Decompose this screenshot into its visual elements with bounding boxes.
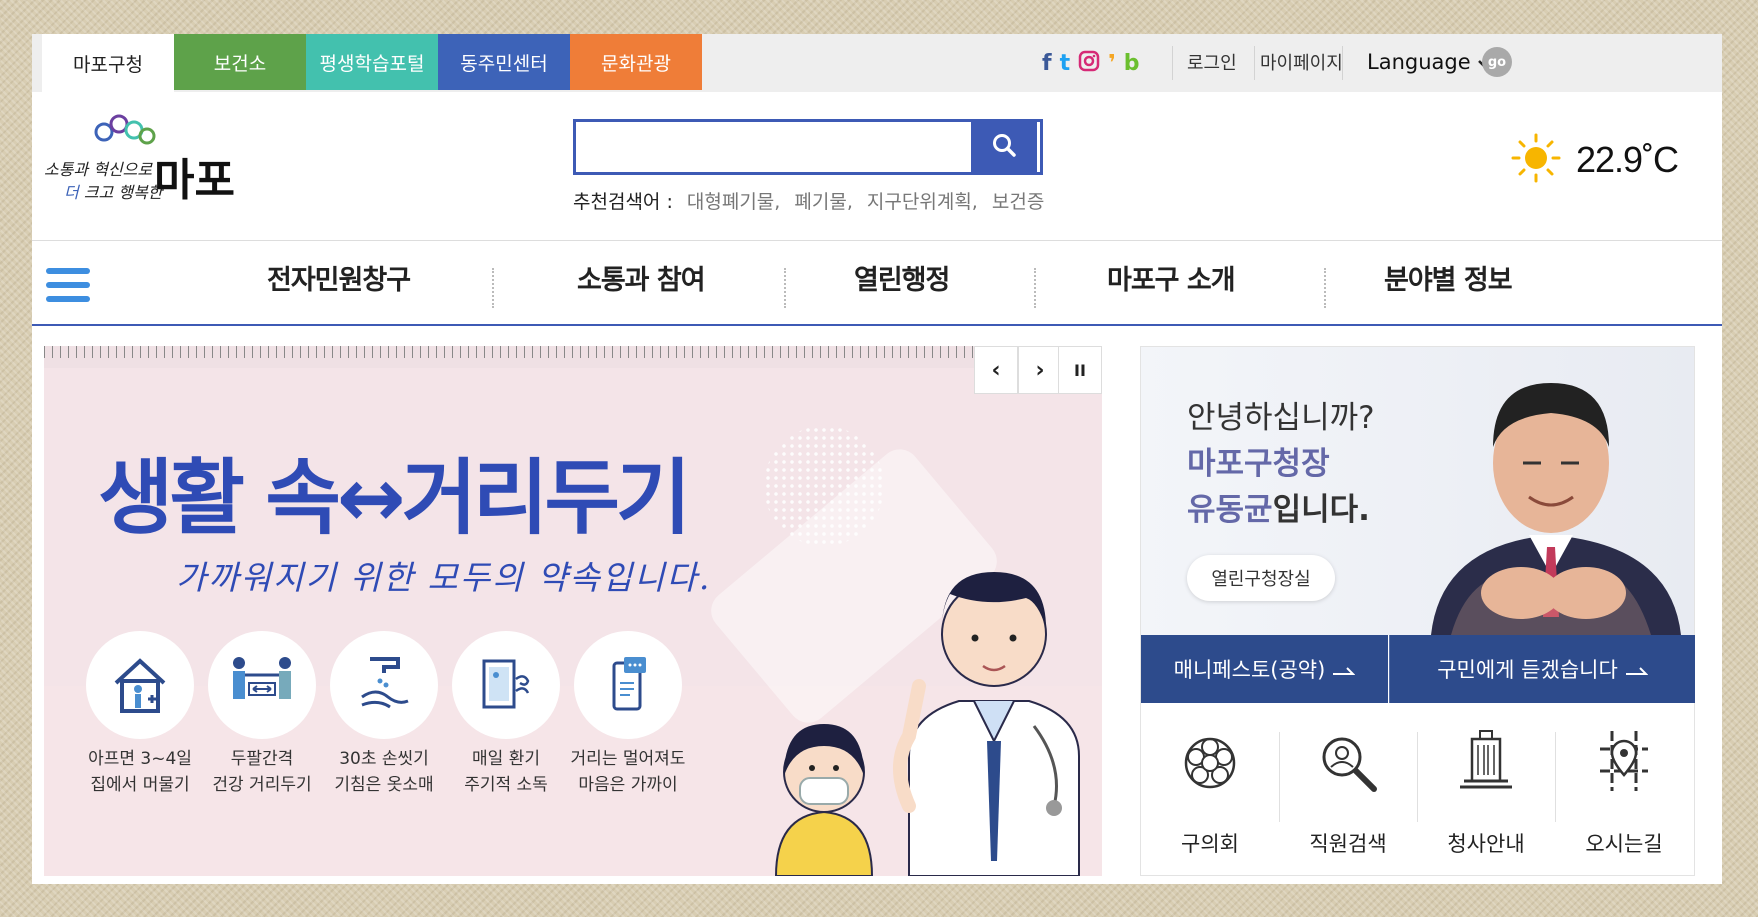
svg-text:더 크고 행복한: 더 크고 행복한: [64, 183, 165, 202]
mypage-link[interactable]: 마이페이지: [1260, 34, 1343, 90]
header: 소통과 혁신으로 더 크고 행복한 마포 추천검색어 : 대형폐기물, 폐기물,…: [32, 92, 1722, 241]
building-icon: [1454, 727, 1518, 799]
keyword-link[interactable]: 폐기물,: [794, 191, 852, 213]
mayor-greeting: 안녕하십니까? 마포구청장 유동균입니다.: [1187, 400, 1375, 528]
main-banner[interactable]: ‹ › II 생활 속↔거리두기 가까워지기 위한 모두의 약속입니다. 아프면…: [44, 346, 1102, 876]
temperature: 22.9˚C: [1576, 139, 1679, 180]
banner-pause-button[interactable]: II: [1058, 346, 1102, 394]
nav-e-civil-service[interactable]: 전자민원창구: [267, 258, 411, 297]
quick-link-building-guide[interactable]: 청사안내: [1417, 703, 1555, 875]
main-navigation: 전자민원창구 소통과 참여 열린행정 마포구 소개 분야별 정보: [32, 240, 1722, 326]
recommended-label: 추천검색어 :: [573, 191, 673, 213]
nav-about-mapo[interactable]: 마포구 소개: [1107, 258, 1236, 297]
ventilation-icon: [452, 631, 560, 739]
facebook-icon[interactable]: f: [1042, 52, 1052, 76]
quick-link-directions[interactable]: 오시는길: [1555, 703, 1693, 875]
tab-mapo-gu[interactable]: 마포구청: [42, 34, 174, 92]
arrow-right-icon: [1333, 657, 1356, 681]
arrow-right-icon: [1625, 657, 1649, 681]
banner-subtitle: 가까워지기 위한 모두의 약속입니다.: [176, 558, 712, 597]
mayor-photo: [1411, 367, 1694, 635]
council-emblem-icon: [1180, 733, 1240, 797]
nav-open-administration[interactable]: 열린행정: [854, 258, 950, 297]
search-button[interactable]: [971, 119, 1037, 175]
open-mayor-office-button[interactable]: 열린구청장실: [1187, 555, 1335, 601]
blog-icon[interactable]: b: [1124, 52, 1140, 76]
sns-links: f t ❜ b: [1042, 50, 1140, 78]
language-select[interactable]: Language: [1367, 34, 1491, 90]
banner-prev-button[interactable]: ‹: [974, 346, 1018, 394]
banner-caption: 거리는 멀어져도 마음은 가까이: [570, 749, 686, 795]
quick-link-staff-search[interactable]: 직원검색: [1279, 703, 1417, 875]
recommended-keywords: 추천검색어 : 대형폐기물, 폐기물, 지구단위계획, 보건증: [573, 187, 1044, 214]
site-bar: 마포구청 보건소 평생학습포털 동주민센터 문화관광 f t ❜ b 로그인 마…: [32, 34, 1722, 92]
kakaostory-icon[interactable]: ❜: [1108, 52, 1116, 76]
banner-next-button[interactable]: ›: [1018, 346, 1062, 394]
search-icon: [991, 132, 1017, 162]
handwash-icon: [330, 631, 438, 739]
manifesto-button[interactable]: 매니페스토(공약): [1141, 635, 1388, 703]
instagram-icon[interactable]: [1078, 50, 1100, 78]
sun-icon: [1510, 132, 1562, 188]
mayor-greeting-area: 안녕하십니까? 마포구청장 유동균입니다. 열린구청장실: [1141, 347, 1694, 635]
magnifier-person-icon: [1316, 731, 1380, 799]
keyword-link[interactable]: 보건증: [992, 191, 1044, 213]
stay-home-icon: [86, 631, 194, 739]
keyword-link[interactable]: 대형폐기물,: [687, 191, 780, 213]
language-go-button[interactable]: go: [1482, 47, 1512, 77]
quick-link-council[interactable]: 구의회: [1141, 703, 1279, 875]
mapo-logo[interactable]: 소통과 혁신으로 더 크고 행복한 마포: [44, 110, 235, 210]
tab-health-center[interactable]: 보건소: [174, 34, 306, 90]
search-input[interactable]: [580, 126, 984, 170]
weather-widget: 22.9˚C: [1510, 132, 1679, 188]
nav-field-info[interactable]: 분야별 정보: [1384, 258, 1513, 297]
page-frame: 마포구청 보건소 평생학습포털 동주민센터 문화관광 f t ❜ b 로그인 마…: [32, 34, 1722, 884]
svg-text:소통과 혁신으로: 소통과 혁신으로: [44, 160, 153, 179]
tab-community-center[interactable]: 동주민센터: [438, 34, 570, 90]
tab-culture-tourism[interactable]: 문화관광: [570, 34, 702, 90]
menu-icon[interactable]: [46, 266, 90, 306]
ruler-decoration: [44, 346, 1102, 368]
banner-title: 생활 속↔거리두기: [98, 451, 691, 546]
nav-communication[interactable]: 소통과 참여: [577, 258, 706, 297]
listen-to-residents-button[interactable]: 구민에게 듣겠습니다: [1389, 635, 1695, 703]
map-pin-icon: [1592, 727, 1656, 799]
tab-lifelong-learning[interactable]: 평생학습포털: [306, 34, 438, 90]
svg-text:마포: 마포: [154, 155, 234, 206]
arm-distance-icon: [208, 631, 316, 739]
phone-chat-icon: [574, 631, 682, 739]
doctor-illustration: [879, 546, 1102, 876]
twitter-icon[interactable]: t: [1060, 52, 1071, 76]
language-label: Language: [1367, 50, 1471, 74]
mayor-panel: 안녕하십니까? 마포구청장 유동균입니다. 열린구청장실 매니페스토(공약) 구…: [1140, 346, 1695, 876]
keyword-link[interactable]: 지구단위계획,: [867, 191, 978, 213]
login-link[interactable]: 로그인: [1187, 34, 1237, 90]
child-illustration: [764, 686, 884, 876]
